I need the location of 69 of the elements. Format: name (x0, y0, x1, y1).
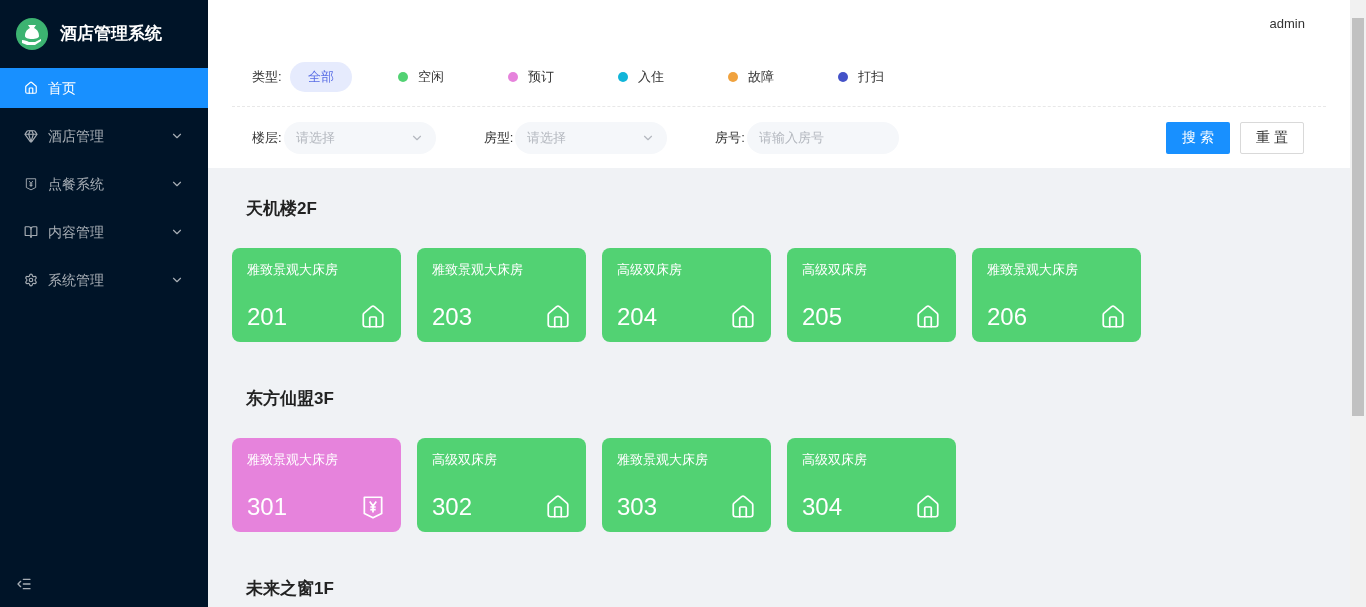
sidebar-item[interactable]: 系统管理 (0, 260, 208, 300)
room-type: 雅致景观大床房 (247, 451, 339, 469)
sidebar-item[interactable]: 内容管理 (0, 212, 208, 252)
house-icon (360, 304, 386, 330)
money-bag-logo-icon (16, 18, 48, 50)
room-number: 203 (432, 305, 473, 329)
field-label: 楼层: (252, 128, 282, 147)
sidebar-item[interactable]: 酒店管理 (0, 116, 208, 156)
room-type: 高级双床房 (802, 261, 868, 279)
type-filter[interactable]: 全部 (289, 62, 352, 92)
room-number: 206 (987, 305, 1028, 329)
room-type: 雅致景观大床房 (987, 261, 1079, 279)
scrollbar[interactable] (1350, 0, 1366, 607)
room-number: 301 (247, 495, 288, 519)
floor-title: 东方仙盟3F (245, 388, 335, 411)
house-icon (730, 304, 756, 330)
username[interactable]: admin (1269, 14, 1305, 34)
filter-label: 类型: (251, 68, 283, 87)
house-icon (915, 304, 941, 330)
type-filter[interactable]: 入住 (599, 62, 682, 92)
app-title: 酒店管理系统 (60, 23, 162, 46)
room-number: 302 (432, 495, 473, 519)
sidebar-item[interactable]: 点餐系统 (0, 164, 208, 204)
room-card[interactable]: 雅致景观大床房 201 (232, 248, 401, 342)
type-filter[interactable]: 空闲 (379, 62, 462, 92)
room-card[interactable]: 高级双床房 205 (787, 248, 956, 342)
room-type: 高级双床房 (802, 451, 868, 469)
room-card[interactable]: 高级双床房 204 (602, 248, 771, 342)
home-icon (24, 81, 38, 95)
room-type: 高级双床房 (432, 451, 498, 469)
collapse-menu-icon[interactable] (16, 576, 32, 592)
room-number: 205 (802, 305, 843, 329)
room-card[interactable]: 雅致景观大床房 301 (232, 438, 401, 532)
search-button[interactable]: 搜 索 (1166, 121, 1230, 154)
room-type: 雅致景观大床房 (617, 451, 709, 469)
house-icon (1100, 304, 1126, 330)
house-icon (545, 494, 571, 520)
book-icon (24, 225, 38, 239)
type-filter[interactable]: 故障 (709, 62, 792, 92)
house-icon (545, 304, 571, 330)
type-filter[interactable]: 预订 (489, 62, 572, 92)
yen-badge-icon (360, 494, 386, 520)
select-field[interactable]: 请选择 (515, 121, 668, 154)
room-type: 雅致景观大床房 (247, 261, 339, 279)
room-number: 201 (247, 305, 288, 329)
floor-title: 天机楼2F (245, 198, 318, 221)
room-card[interactable]: 高级双床房 304 (787, 438, 956, 532)
room-number: 304 (802, 495, 843, 519)
room-card[interactable]: 雅致景观大床房 203 (417, 248, 586, 342)
field-label: 房型: (483, 128, 514, 147)
room-number: 204 (617, 305, 658, 329)
type-filter[interactable]: 打扫 (819, 62, 902, 92)
room-type: 高级双床房 (617, 261, 683, 279)
room-card[interactable]: 高级双床房 302 (417, 438, 586, 532)
floor-title: 未来之窗1F (245, 578, 335, 601)
reset-button[interactable]: 重 置 (1240, 121, 1304, 154)
diamond-icon (24, 129, 38, 143)
settings-icon (24, 273, 38, 287)
room-card[interactable]: 雅致景观大床房 206 (972, 248, 1141, 342)
yen-badge-icon (24, 177, 38, 191)
room-card[interactable]: 雅致景观大床房 303 (602, 438, 771, 532)
room-number: 303 (617, 495, 658, 519)
field-label: 房号: (715, 128, 745, 147)
select-field[interactable]: 请选择 (283, 121, 436, 154)
room-type: 雅致景观大床房 (432, 261, 524, 279)
input-field[interactable]: 请输入房号 (746, 121, 899, 154)
house-icon (730, 494, 756, 520)
sidebar-item[interactable]: 首页 (0, 68, 208, 108)
house-icon (915, 494, 941, 520)
